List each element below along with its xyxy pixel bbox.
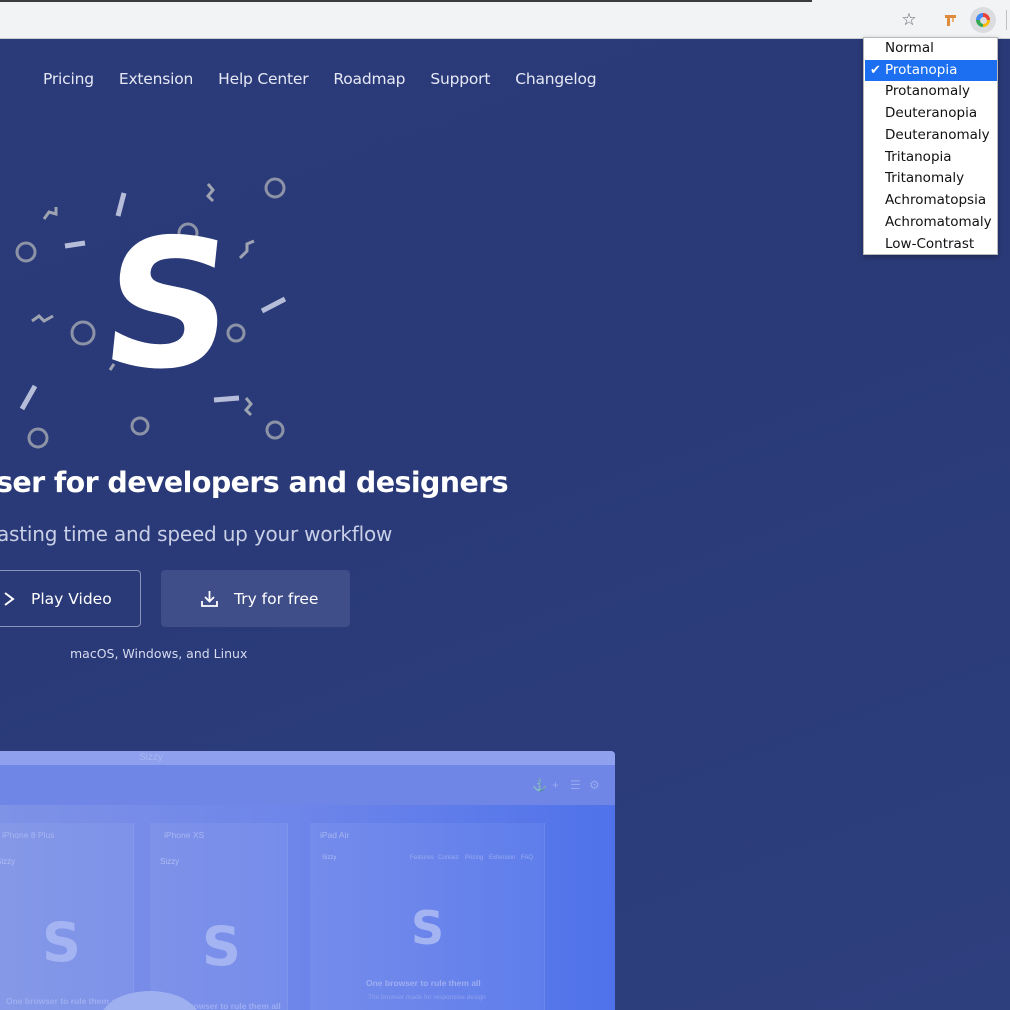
hero-subtitle: asting time and speed up your workflow: [0, 522, 393, 546]
list-icon: ☰: [570, 778, 581, 792]
checkmark-icon: ✔: [870, 63, 881, 78]
menu-option-achromatopsia[interactable]: Achromatopsia: [865, 190, 997, 211]
nav-extension[interactable]: Extension: [119, 70, 193, 88]
menu-option-protanopia[interactable]: ✔ Protanopia: [865, 60, 997, 81]
preview-nav-item: Pricing: [465, 855, 484, 861]
app-preview: Sizzy ⚓ + ☰ ⚙ iPhone 8 Plus iPhone XS iP…: [0, 751, 615, 1010]
preview-toolbar: [0, 765, 615, 805]
try-free-button[interactable]: Try for free: [161, 570, 350, 627]
download-icon: [201, 591, 218, 607]
device-label: iPhone XS: [164, 830, 205, 840]
preview-nav-item: Contact: [438, 855, 459, 861]
play-video-label: Play Video: [31, 589, 112, 608]
colorblind-mode-menu: Normal ✔ Protanopia Protanomaly Deuterano…: [863, 37, 998, 255]
preview-app-name: Sizzy: [322, 855, 337, 861]
anchor-icon: ⚓: [532, 778, 547, 792]
preview-logo: S: [42, 911, 81, 974]
device-label: iPad Air: [320, 830, 350, 840]
preview-nav-item: FAQ: [521, 855, 534, 861]
platforms-text: macOS, Windows, and Linux: [70, 646, 248, 661]
nav-support[interactable]: Support: [430, 70, 490, 88]
logo-letter: S: [93, 201, 244, 408]
menu-option-achromatomaly[interactable]: Achromatomaly: [865, 212, 997, 233]
preview-subline: The browser made for responsive design: [368, 994, 486, 1001]
star-icon[interactable]: ☆: [896, 7, 922, 33]
plus-icon: +: [552, 778, 560, 792]
preview-headline: One browser to rule them all: [6, 996, 121, 1006]
menu-option-protanomaly[interactable]: Protanomaly: [865, 81, 997, 102]
try-free-label: Try for free: [234, 589, 319, 608]
preview-logo: S: [411, 901, 445, 955]
preview-nav-item: Features: [410, 855, 434, 861]
browser-toolbar: ☆: [0, 0, 1010, 39]
menu-option-low-contrast[interactable]: Low-Contrast: [865, 234, 997, 255]
toolbar-separator: [1006, 10, 1007, 30]
nav-pricing[interactable]: Pricing: [43, 70, 94, 88]
tab-strip-edge: [0, 0, 812, 2]
play-icon: [4, 591, 15, 606]
nav-changelog[interactable]: Changelog: [515, 70, 596, 88]
nav-help-center[interactable]: Help Center: [218, 70, 308, 88]
menu-option-tritanopia[interactable]: Tritanopia: [865, 147, 997, 168]
preview-titlebar: Sizzy: [0, 751, 615, 765]
preview-window-title: Sizzy: [139, 752, 163, 763]
preview-nav-item: Extension: [489, 855, 516, 861]
play-video-button[interactable]: Play Video: [0, 570, 141, 627]
menu-option-normal[interactable]: Normal: [865, 38, 997, 59]
main-nav: Pricing Extension Help Center Roadmap Su…: [43, 70, 597, 88]
preview-app-name: Sizzy: [0, 857, 16, 866]
gear-icon: ⚙: [589, 778, 600, 792]
hero-title: ser for developers and designers: [0, 466, 509, 499]
device-label: iPhone 8 Plus: [2, 830, 55, 840]
menu-option-tritanomaly[interactable]: Tritanomaly: [865, 168, 997, 189]
preview-logo: S: [202, 915, 241, 978]
colorblindly-icon[interactable]: [970, 7, 996, 33]
menu-option-deuteranopia[interactable]: Deuteranopia: [865, 103, 997, 124]
menu-option-deuteranomaly[interactable]: Deuteranomaly: [865, 125, 997, 146]
nav-roadmap[interactable]: Roadmap: [333, 70, 405, 88]
preview-headline: One browser to rule them all: [366, 978, 481, 988]
extension-icon[interactable]: [938, 7, 964, 33]
preview-app-name: Sizzy: [160, 857, 180, 866]
